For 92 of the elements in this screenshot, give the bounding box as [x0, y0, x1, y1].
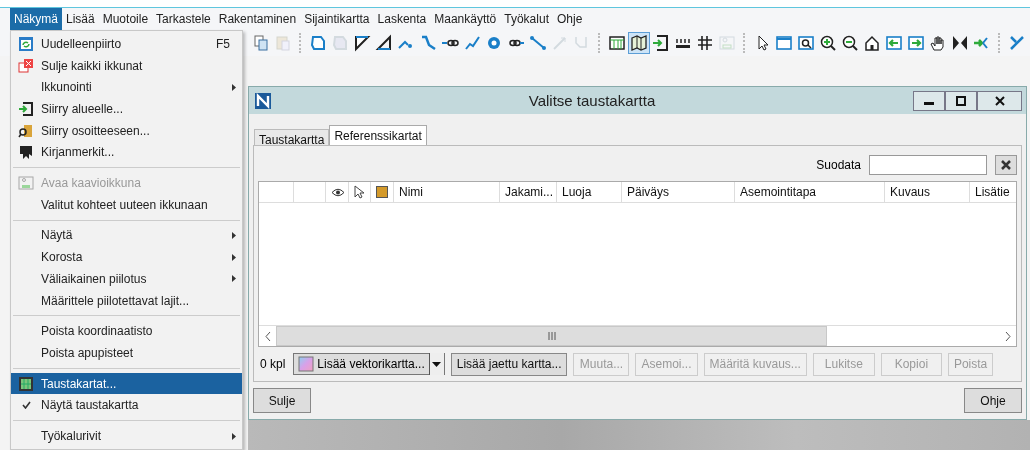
map-icon — [18, 375, 34, 392]
map-icon — [630, 34, 648, 52]
line-icon — [529, 34, 547, 52]
menu-item[interactable]: Näytä — [11, 224, 242, 247]
table-icon — [608, 34, 626, 52]
menu-item[interactable]: Sijaintikartta — [300, 8, 374, 30]
clear-icon — [1000, 159, 1012, 171]
menu-item[interactable]: Työkalut — [500, 8, 553, 30]
menu-item[interactable]: Rakentaminen — [214, 8, 301, 30]
menu-item[interactable]: Näytä taustakartta — [11, 394, 242, 417]
color-swatch-icon — [376, 186, 388, 198]
close-button[interactable] — [977, 90, 1022, 111]
home-icon — [863, 34, 881, 52]
curve-icon — [419, 34, 437, 52]
zoom-in-icon — [819, 34, 837, 52]
menu-item[interactable]: Työkalurivit — [11, 425, 242, 447]
zoom-out-icon — [841, 34, 859, 52]
triangle-icon — [375, 34, 393, 52]
column-header[interactable]: Nimi — [399, 185, 423, 199]
import-icon — [652, 34, 670, 52]
menu-item[interactable]: Tarkastele — [152, 8, 215, 30]
dropdown-arrow-icon — [432, 361, 442, 367]
copy-icon — [252, 34, 270, 52]
clear-filter-button[interactable] — [995, 155, 1017, 175]
triangle-icon — [353, 34, 371, 52]
filter-field[interactable] — [869, 155, 987, 175]
zoom-window-icon — [797, 34, 815, 52]
polygon-icon — [309, 34, 327, 52]
hand-icon — [929, 34, 947, 52]
pointer-icon — [354, 185, 364, 199]
item-count: 0 kpl — [260, 357, 286, 371]
forward-icon — [907, 34, 925, 52]
bookmark-icon — [18, 144, 34, 161]
menu-item[interactable]: Korosta — [11, 246, 242, 268]
menu-item[interactable]: Ohje — [553, 8, 587, 30]
column-header[interactable]: Luoja — [562, 185, 592, 199]
maximize-button[interactable] — [945, 90, 977, 111]
footer-button[interactable]: Sulje — [253, 388, 311, 413]
fit-icon — [951, 34, 969, 52]
menu-item[interactable]: Uudelleenpiirto F5 — [11, 33, 242, 55]
target-icon — [485, 34, 503, 52]
shortcut-label: F5 — [216, 36, 230, 51]
tab[interactable]: Referenssikartat — [329, 125, 427, 145]
diagram-icon — [18, 175, 34, 192]
window-icon — [775, 34, 793, 52]
menu-item[interactable]: Siirry osoitteeseen... — [11, 119, 242, 142]
action-button[interactable]: Lisää jaettu kartta... — [450, 352, 568, 376]
diagram-icon — [718, 34, 736, 52]
menu-item[interactable]: Muotoile — [98, 8, 153, 30]
tab[interactable]: Taustakartta — [254, 129, 330, 145]
window-title: Valitse taustakartta — [527, 92, 657, 109]
menu-item[interactable]: Kirjanmerkit... — [11, 141, 242, 164]
menu-item[interactable]: Poista koordinaatisto — [11, 320, 242, 343]
column-header[interactable]: Jakami... — [505, 185, 553, 199]
menu-item[interactable]: Valitut kohteet uuteen ikkunaan — [11, 193, 242, 216]
column-header[interactable]: Kuvaus — [890, 185, 931, 199]
toolbar-button[interactable] — [628, 32, 650, 54]
menu-item[interactable]: Sulje kaikki ikkunat — [11, 54, 242, 77]
menu-item[interactable]: Poista apupisteet — [11, 342, 242, 364]
menu-item[interactable]: Taustakartat... — [11, 372, 242, 395]
refresh-icon — [18, 35, 34, 52]
filter-label: Suodata — [816, 158, 861, 172]
app-logo-icon — [255, 92, 271, 109]
line-icon — [463, 34, 481, 52]
close-icon — [994, 95, 1005, 106]
column-header[interactable]: Asemointitapa — [740, 185, 817, 199]
menu-item[interactable]: Määrittele piilotettavat lajit... — [11, 289, 242, 312]
close-windows-icon — [18, 57, 34, 74]
column-header[interactable]: Päiväys — [627, 185, 670, 199]
menu-item[interactable]: Ikkunointi — [11, 76, 242, 99]
menu-item[interactable]: Lisää — [62, 8, 99, 30]
paste-icon — [274, 34, 292, 52]
enter-icon — [18, 100, 34, 117]
tools-icon — [1008, 34, 1026, 52]
menu-item[interactable]: Maankäyttö — [430, 8, 501, 30]
menu-item[interactable]: Näkymä — [10, 8, 62, 30]
eye-icon — [331, 187, 345, 197]
back-icon — [885, 34, 903, 52]
scrollbar-thumb[interactable] — [276, 326, 828, 346]
grid-icon — [696, 34, 714, 52]
minimize-button[interactable] — [913, 90, 945, 111]
menu-item[interactable]: Laskenta — [373, 8, 431, 30]
polygon-icon — [331, 34, 349, 52]
add-map-dropdown[interactable]: Lisää vektorikartta... — [293, 353, 445, 375]
column-header[interactable]: Lisätie — [975, 185, 1010, 199]
line-icon — [551, 34, 569, 52]
menu-item[interactable]: Siirry alueelle... — [11, 98, 242, 120]
footer-button[interactable]: Ohje — [964, 388, 1022, 413]
minimize-icon — [924, 102, 934, 105]
menu-item[interactable]: Väliaikainen piilotus — [11, 268, 242, 290]
gradient-map-icon — [298, 356, 315, 372]
maximize-icon — [956, 95, 966, 106]
